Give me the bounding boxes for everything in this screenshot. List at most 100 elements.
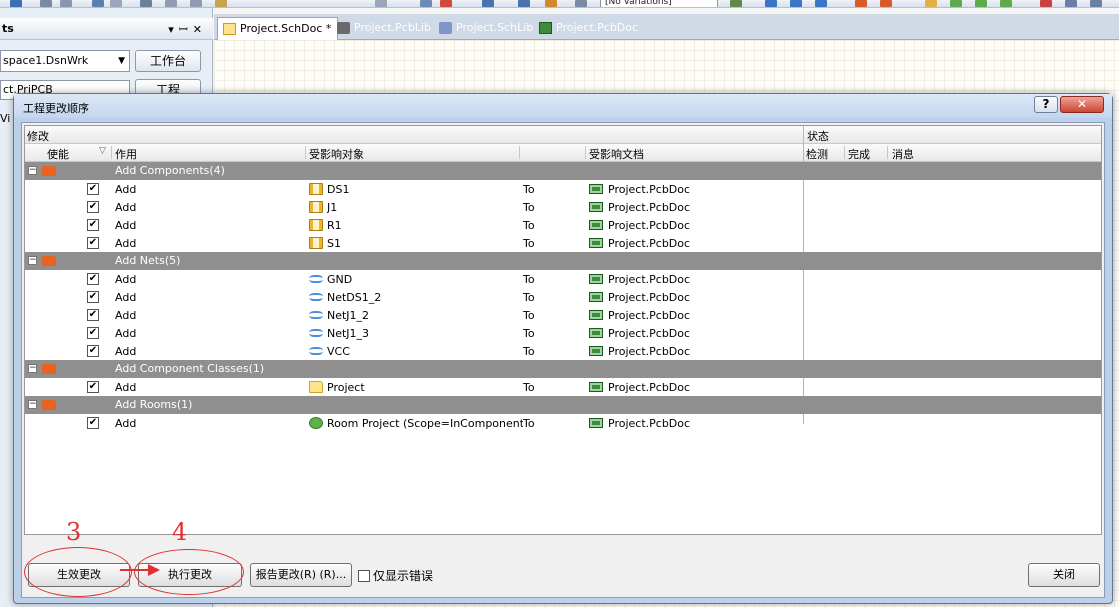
enable-checkbox[interactable]: ✔ xyxy=(87,417,99,429)
table-row[interactable]: ✔ Add VCC To Project.PcbDoc xyxy=(25,342,803,360)
projects-panel-header: ts ▾ꟷ✕ xyxy=(0,18,213,40)
toolbar-paste-icon[interactable] xyxy=(215,0,227,7)
table-row[interactable]: ✔ Add GND To Project.PcbDoc xyxy=(25,270,803,288)
table-row[interactable]: ✔ Add R1 To Project.PcbDoc xyxy=(25,216,803,234)
toolbar-save-icon[interactable] xyxy=(10,0,22,7)
column-done[interactable]: 完成 xyxy=(848,146,870,162)
toolbar-delete-icon[interactable] xyxy=(440,0,452,7)
table-row[interactable]: ✔ Add S1 To Project.PcbDoc xyxy=(25,234,803,252)
workspace-select[interactable]: space1.DsnWrk ▼ xyxy=(0,50,130,72)
table-row[interactable]: ✔ Add J1 To Project.PcbDoc xyxy=(25,198,803,216)
toolbar-sheet-icon[interactable] xyxy=(950,0,962,7)
toolbar-copy-icon[interactable] xyxy=(190,0,202,7)
toolbar-print-icon[interactable] xyxy=(40,0,52,7)
to-cell: To xyxy=(523,237,535,250)
group-row-add-component-classes[interactable]: − Add Component Classes(1) xyxy=(25,360,1101,378)
toolbar-cut-icon[interactable] xyxy=(165,0,177,7)
column-check[interactable]: 检测 xyxy=(806,146,828,162)
enable-checkbox[interactable]: ✔ xyxy=(87,273,99,285)
help-button[interactable]: ? xyxy=(1034,96,1058,113)
net-icon xyxy=(309,311,323,319)
toolbar-graphic-icon[interactable] xyxy=(1090,0,1102,7)
toolbar-harness-icon[interactable] xyxy=(1000,0,1012,7)
folder-icon xyxy=(42,166,56,176)
enable-checkbox[interactable]: ✔ xyxy=(87,345,99,357)
tab-label: Project.PcbLib xyxy=(354,21,431,34)
panel-menu-icon[interactable]: ▾ xyxy=(168,23,179,36)
enable-checkbox[interactable]: ✔ xyxy=(87,237,99,249)
table-row[interactable]: ✔ Add Room Project (Scope=InComponentCl … xyxy=(25,414,803,432)
toolbar-variant-icon[interactable] xyxy=(730,0,742,7)
filter-icon[interactable]: ▽ xyxy=(99,146,106,156)
document-cell: Project.PcbDoc xyxy=(608,201,691,214)
object-cell: NetJ1_3 xyxy=(327,327,370,340)
action-cell: Add xyxy=(115,201,137,214)
enable-checkbox[interactable]: ✔ xyxy=(87,183,99,195)
toolbar-undo-icon[interactable] xyxy=(482,0,494,7)
enable-checkbox[interactable]: ✔ xyxy=(87,309,99,321)
column-enable[interactable]: 使能 xyxy=(47,146,69,162)
variations-select[interactable]: [No Variations] xyxy=(600,0,718,7)
close-icon[interactable]: ✕ xyxy=(1060,96,1104,113)
tab-pcblib[interactable]: Project.PcbLib xyxy=(332,17,437,40)
table-row[interactable]: ✔ Add NetJ1_2 To Project.PcbDoc xyxy=(25,306,803,324)
column-affected-object[interactable]: 受影响对象 xyxy=(309,146,364,162)
toolbar-port-icon[interactable] xyxy=(975,0,987,7)
group-row-add-components[interactable]: − Add Components(4) xyxy=(25,162,1101,180)
group-header-row: 修改 状态 xyxy=(25,126,1101,144)
toolbar-directive-icon[interactable] xyxy=(1040,0,1052,7)
tab-schlib[interactable]: Project.SchLib xyxy=(434,17,539,40)
toolbar-preview-icon[interactable] xyxy=(60,0,72,7)
workspace-button[interactable]: 工作台 xyxy=(135,50,201,72)
toolbar-select-icon[interactable] xyxy=(375,0,387,7)
toolbar-ground-icon[interactable] xyxy=(880,0,892,7)
toolbar-zoom-icon[interactable] xyxy=(140,0,152,7)
enable-checkbox[interactable]: ✔ xyxy=(87,219,99,231)
checkbox-box[interactable] xyxy=(358,570,370,582)
action-cell: Add xyxy=(115,327,137,340)
table-row[interactable]: ✔ Add NetJ1_3 To Project.PcbDoc xyxy=(25,324,803,342)
toolbar-redo-icon[interactable] xyxy=(518,0,530,7)
report-changes-button[interactable]: 报告更改(R) (R)... xyxy=(250,563,352,587)
table-row[interactable]: ✔ Add DS1 To Project.PcbDoc xyxy=(25,180,803,198)
group-row-add-rooms[interactable]: − Add Rooms(1) xyxy=(25,396,1101,414)
collapse-icon[interactable]: − xyxy=(28,400,37,409)
dialog-titlebar[interactable]: 工程更改顺序 ? ✕ xyxy=(14,94,1112,118)
panel-close-icon[interactable]: ✕ xyxy=(193,23,207,36)
table-row[interactable]: ✔ Add Project To Project.PcbDoc xyxy=(25,378,803,396)
annotation-arrow-icon xyxy=(120,564,160,576)
collapse-icon[interactable]: − xyxy=(28,166,37,175)
enable-checkbox[interactable]: ✔ xyxy=(87,201,99,213)
panel-controls[interactable]: ▾ꟷ✕ xyxy=(168,22,207,37)
column-action[interactable]: 作用 xyxy=(115,146,137,162)
panel-pin-icon[interactable]: ꟷ xyxy=(179,23,193,36)
component-icon xyxy=(309,219,323,231)
column-message[interactable]: 消息 xyxy=(892,146,914,162)
toolbar-probe-icon[interactable] xyxy=(545,0,557,7)
collapse-icon[interactable]: − xyxy=(28,364,37,373)
enable-checkbox[interactable]: ✔ xyxy=(87,381,99,393)
table-row[interactable]: ✔ Add NetDS1_2 To Project.PcbDoc xyxy=(25,288,803,306)
enable-checkbox[interactable]: ✔ xyxy=(87,327,99,339)
toolbar-move-icon[interactable] xyxy=(420,0,432,7)
tab-pcbdoc[interactable]: Project.PcbDoc xyxy=(534,17,644,40)
collapse-icon[interactable]: − xyxy=(28,256,37,265)
toolbar-power-icon[interactable] xyxy=(855,0,867,7)
show-errors-only-checkbox[interactable]: 仅显示错误 xyxy=(358,567,433,584)
column-affected-document[interactable]: 受影响文档 xyxy=(589,146,644,162)
toolbar-browse-icon[interactable] xyxy=(92,0,104,7)
to-cell: To xyxy=(523,291,535,304)
object-cell: GND xyxy=(327,273,353,286)
changes-grid[interactable]: 修改 状态 使能 ▽ 作用 受影响对象 受影响文档 检测 完成 消息 − Add… xyxy=(24,125,1102,535)
toolbar-wire-icon[interactable] xyxy=(765,0,777,7)
tab-schdoc[interactable]: Project.SchDoc * xyxy=(217,17,339,40)
toolbar-text-icon[interactable] xyxy=(1065,0,1077,7)
group-row-add-nets[interactable]: − Add Nets(5) xyxy=(25,252,1101,270)
toolbar-bus-icon[interactable] xyxy=(790,0,802,7)
toolbar-compile-icon[interactable] xyxy=(575,0,587,7)
toolbar-open-icon[interactable] xyxy=(110,0,122,7)
enable-checkbox[interactable]: ✔ xyxy=(87,291,99,303)
close-button[interactable]: 关闭 xyxy=(1028,563,1100,587)
toolbar-netlabel-icon[interactable] xyxy=(815,0,827,7)
toolbar-part-icon[interactable] xyxy=(925,0,937,7)
